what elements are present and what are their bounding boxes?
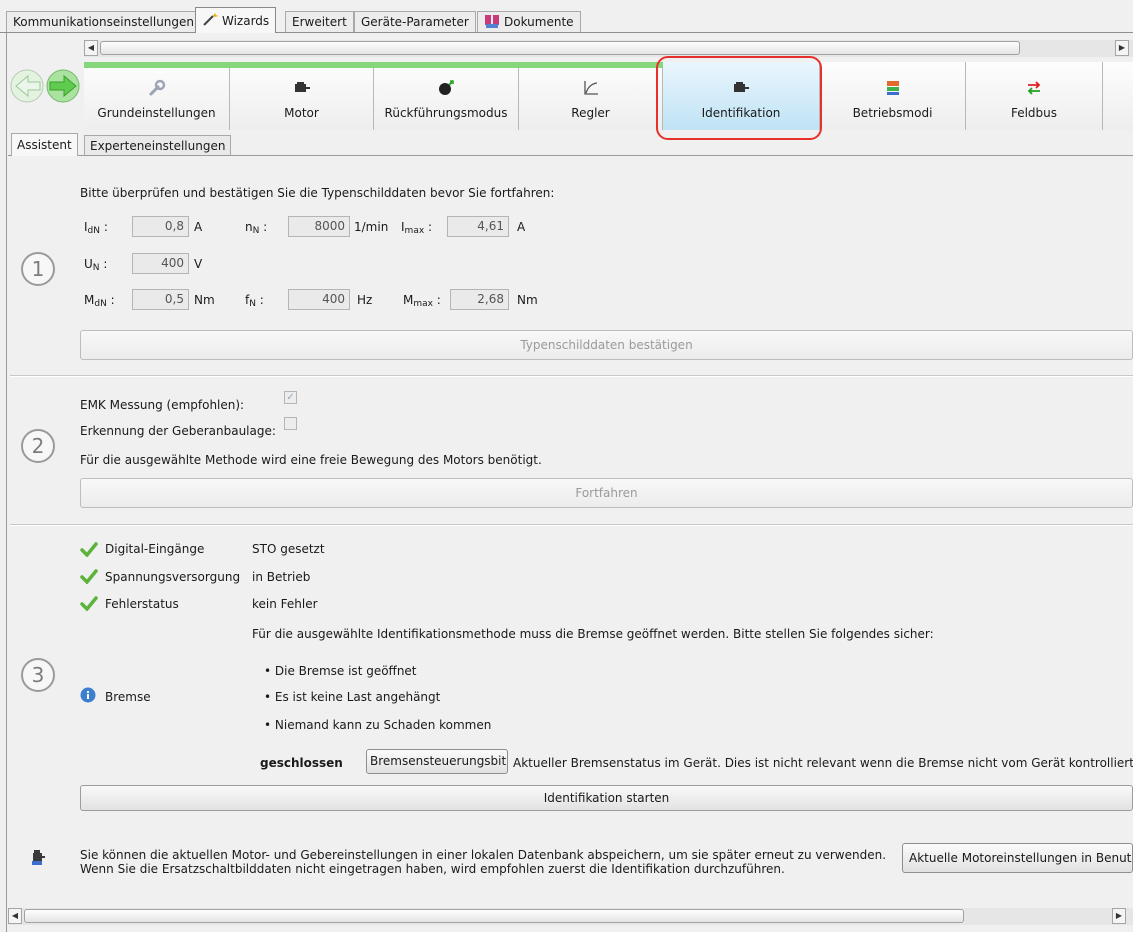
step-feldbus[interactable]: Feldbus bbox=[966, 62, 1103, 130]
modes-icon bbox=[820, 78, 965, 98]
scroll-thumb[interactable] bbox=[100, 41, 1020, 55]
step-rueckfuehrungsmodus[interactable]: Rückführungsmodus bbox=[374, 62, 519, 130]
step-grundeinstellungen[interactable]: Grundeinstellungen bbox=[84, 62, 230, 130]
fn-unit: Hz bbox=[357, 293, 373, 307]
scroll-thumb[interactable] bbox=[24, 909, 964, 923]
mmax-field[interactable]: 2,68 bbox=[450, 289, 509, 310]
check-icon bbox=[80, 595, 98, 614]
nn-label: nN : bbox=[245, 220, 268, 236]
status-value-voltage: in Betrieb bbox=[252, 570, 311, 584]
step-motor[interactable]: Motor bbox=[230, 62, 374, 130]
wizard-hscrollbar[interactable]: ◀ ▶ bbox=[84, 40, 1133, 57]
brake-label: Bremse bbox=[105, 690, 151, 704]
mdn-label: MdN : bbox=[84, 293, 115, 309]
bullet-item: • Die Bremse ist geöffnet bbox=[264, 664, 417, 678]
nn-field[interactable]: 8000 bbox=[288, 216, 350, 237]
fn-field[interactable]: 400 bbox=[288, 289, 350, 310]
fieldbus-arrows-icon bbox=[966, 78, 1102, 98]
idn-label: IdN : bbox=[84, 220, 108, 236]
idn-unit: A bbox=[194, 220, 203, 234]
un-label: UN : bbox=[84, 257, 108, 273]
step-overflow[interactable] bbox=[1103, 62, 1133, 130]
scroll-left-arrow[interactable]: ◀ bbox=[8, 908, 22, 924]
geber-label: Erkennung der Geberanbaulage: bbox=[80, 424, 276, 438]
imax-label: Imax : bbox=[401, 220, 433, 236]
geber-checkbox[interactable] bbox=[284, 417, 297, 430]
mdn-unit: Nm bbox=[194, 293, 215, 307]
status-label-voltage: Spannungsversorgung bbox=[105, 570, 241, 584]
idn-field[interactable]: 0,8 bbox=[132, 216, 189, 237]
footer-text-line2: Wenn Sie die Ersatzschaltbilddaten nicht… bbox=[80, 862, 785, 876]
status-value-digital: STO gesetzt bbox=[252, 542, 325, 556]
emk-checkbox[interactable]: ✓ bbox=[284, 391, 297, 404]
motor-icon bbox=[230, 78, 373, 98]
tab-geraete-parameter[interactable]: Geräte-Parameter bbox=[354, 11, 476, 32]
save-motor-settings-button[interactable]: Aktuelle Motoreinstellungen in Benutz bbox=[902, 843, 1133, 873]
controller-curve-icon bbox=[519, 78, 662, 98]
continue-button[interactable]: Fortfahren bbox=[80, 478, 1133, 508]
step-betriebsmodi[interactable]: Betriebsmodi bbox=[820, 62, 966, 130]
subtab-assistent[interactable]: Assistent bbox=[11, 133, 78, 156]
back-arrow-icon[interactable] bbox=[10, 69, 44, 103]
tab-dokumente[interactable]: Dokumente bbox=[477, 11, 581, 32]
imax-unit: A bbox=[517, 220, 526, 234]
wizard-progress-bar bbox=[84, 62, 663, 68]
step-number-3: 3 bbox=[21, 658, 55, 692]
un-field[interactable]: 400 bbox=[132, 253, 189, 274]
wand-icon bbox=[202, 11, 218, 30]
forward-arrow-icon[interactable] bbox=[46, 69, 80, 103]
mdn-field[interactable]: 0,5 bbox=[132, 289, 189, 310]
back-forward-nav bbox=[8, 69, 84, 103]
mmax-unit: Nm bbox=[517, 293, 538, 307]
fn-label: fN : bbox=[245, 293, 264, 309]
confirm-typeplate-button[interactable]: Typenschilddaten bestätigen bbox=[80, 330, 1133, 360]
tab-kommunikationseinstellungen[interactable]: Kommunikationseinstellungen bbox=[6, 11, 202, 32]
imax-field[interactable]: 4,61 bbox=[447, 216, 509, 237]
section-separator bbox=[10, 524, 1133, 526]
main-tabbar: Kommunikationseinstellungen Wizards Erwe… bbox=[0, 0, 1133, 33]
panel-hscrollbar[interactable]: ◀ ▶ bbox=[8, 908, 1133, 925]
section1-intro: Bitte überprüfen und bestätigen Sie die … bbox=[80, 186, 555, 200]
brake-control-button[interactable]: Bremsensteuerungsbit bbox=[366, 749, 508, 774]
step-number-2: 2 bbox=[21, 429, 55, 463]
wizard-steps: Grundeinstellungen Motor Rückführungsmod… bbox=[84, 62, 1133, 130]
un-unit: V bbox=[194, 257, 203, 271]
status-label-digital: Digital-Eingänge bbox=[105, 542, 205, 556]
mmax-label: Mmax : bbox=[403, 293, 441, 309]
brake-intro: Für die ausgewählte Identifikationsmetho… bbox=[252, 627, 934, 641]
encoder-icon bbox=[374, 78, 518, 98]
scroll-left-arrow[interactable]: ◀ bbox=[84, 40, 98, 56]
check-icon bbox=[80, 568, 98, 587]
subtab-experteneinstellungen[interactable]: Experteneinstellungen bbox=[84, 135, 232, 155]
status-value-error: kein Fehler bbox=[252, 597, 318, 611]
scroll-right-arrow[interactable]: ▶ bbox=[1115, 40, 1129, 56]
step-number-1: 1 bbox=[21, 252, 55, 286]
bullet-item: • Niemand kann zu Schaden kommen bbox=[264, 718, 492, 732]
tab-wizards[interactable]: Wizards bbox=[195, 7, 277, 33]
tab-erweitert[interactable]: Erweitert bbox=[285, 11, 354, 32]
section-separator bbox=[10, 375, 1133, 377]
highlight-annotation bbox=[656, 56, 822, 140]
motor-database-icon bbox=[30, 848, 46, 869]
info-icon bbox=[80, 687, 96, 706]
brake-state: geschlossen bbox=[260, 756, 343, 770]
step-regler[interactable]: Regler bbox=[519, 62, 663, 130]
nn-unit: 1/min bbox=[354, 220, 389, 234]
status-label-error: Fehlerstatus bbox=[105, 597, 179, 611]
brake-status-note: Aktueller Bremsenstatus im Gerät. Dies i… bbox=[513, 756, 1133, 770]
section2-note: Für die ausgewählte Methode wird eine fr… bbox=[80, 453, 542, 467]
wrench-icon bbox=[84, 78, 229, 98]
emk-label: EMK Messung (empfohlen): bbox=[80, 398, 245, 412]
check-icon bbox=[80, 541, 98, 560]
documents-icon bbox=[484, 13, 500, 32]
scroll-right-arrow[interactable]: ▶ bbox=[1112, 908, 1126, 924]
bullet-item: • Es ist keine Last angehängt bbox=[264, 690, 441, 704]
footer-text-line1: Sie können die aktuellen Motor- und Gebe… bbox=[80, 848, 887, 862]
start-identification-button[interactable]: Identifikation starten bbox=[80, 785, 1133, 811]
